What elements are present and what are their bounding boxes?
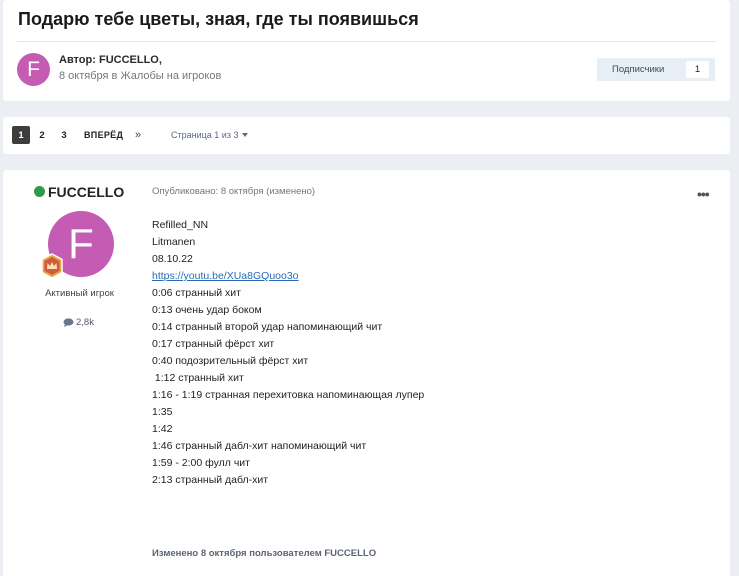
topic-date: 8 октября — [59, 70, 109, 82]
followers-count: 1 — [686, 61, 709, 78]
rank-crown-icon — [41, 253, 63, 279]
post-line: 1:16 - 1:19 странная перехитовка напомин… — [152, 389, 425, 401]
online-status-icon — [34, 186, 45, 197]
forum-link[interactable]: Жалобы на игроков — [120, 70, 221, 82]
post-line: 08.10.22 — [152, 253, 193, 265]
post-line: 2:13 странный дабл-хит — [152, 474, 269, 486]
topic-header: Подарю тебе цветы, зная, где ты появишьс… — [3, 0, 730, 101]
topic-title: Подарю тебе цветы, зная, где ты появишьс… — [18, 9, 419, 29]
post-line: 0:06 странный хит — [152, 287, 241, 299]
followers-label: Подписчики — [612, 64, 665, 75]
post-line: 0:14 странный второй удар напоминающий ч… — [152, 321, 383, 333]
edit-note: Изменено 8 октября пользователем FUCCELL… — [152, 548, 377, 559]
post-line: 0:13 очень удар боком — [152, 304, 262, 316]
caret-down-icon — [242, 133, 249, 137]
pagination: 1 2 3 ВПЕРЁД » Страница 1 из 3 — [3, 117, 730, 154]
author-prefix: Автор: — [59, 54, 99, 66]
author-suffix: , — [158, 54, 162, 66]
posted-meta: Опубликовано: 8 октября (изменено) — [152, 186, 316, 197]
author-line: Автор: FUCCELLO, — [59, 54, 162, 66]
post-line: Litmanen — [152, 236, 196, 248]
user-group: Активный игрок — [45, 288, 114, 299]
page-1-button[interactable]: 1 — [12, 126, 30, 144]
post-line: 1:59 - 2:00 фулл чит — [152, 457, 250, 469]
post-line-link: https://youtu.be/XUa8GQuoo3o — [152, 268, 712, 285]
youtube-link[interactable]: https://youtu.be/XUa8GQuoo3o — [152, 270, 299, 282]
post-line: 0:40 подозрительный фёрст хит — [152, 355, 309, 367]
page-of-label: Страница 1 из 3 — [171, 130, 239, 140]
last-page-button[interactable]: » — [135, 126, 141, 144]
page-3-button[interactable]: 3 — [57, 126, 71, 144]
author-avatar[interactable]: F — [17, 53, 50, 86]
post-line: 0:17 странный фёрст хит — [152, 338, 275, 350]
next-page-button[interactable]: ВПЕРЁД — [84, 126, 123, 144]
post-author-name[interactable]: FUCCELLO — [48, 184, 124, 200]
author-link[interactable]: FUCCELLO — [99, 54, 159, 66]
page-jump-dropdown[interactable]: Страница 1 из 3 — [171, 126, 249, 144]
post-content: Refilled_NN Litmanen 08.10.22 https://yo… — [152, 217, 712, 489]
topic-date-line: 8 октября в Жалобы на игроков — [59, 70, 221, 82]
comment-icon — [63, 318, 74, 327]
divider — [17, 41, 716, 42]
post: FUCCELLO F Активный игрок 2,8k Опубликов… — [3, 170, 730, 576]
more-options-icon[interactable]: ••• — [697, 186, 710, 202]
topic-date-in: в — [108, 70, 121, 82]
followers-button[interactable]: Подписчики 1 — [597, 58, 715, 81]
post-line: 1:12 странный хит — [152, 372, 244, 384]
post-line: Refilled_NN — [152, 219, 209, 231]
post-line: 1:35 — [152, 406, 173, 418]
post-line: 1:42 — [152, 423, 173, 435]
post-count-value: 2,8k — [76, 317, 94, 328]
page-2-button[interactable]: 2 — [35, 126, 49, 144]
post-line: 1:46 странный дабл-хит напоминающий чит — [152, 440, 367, 452]
post-count: 2,8k — [63, 317, 94, 328]
